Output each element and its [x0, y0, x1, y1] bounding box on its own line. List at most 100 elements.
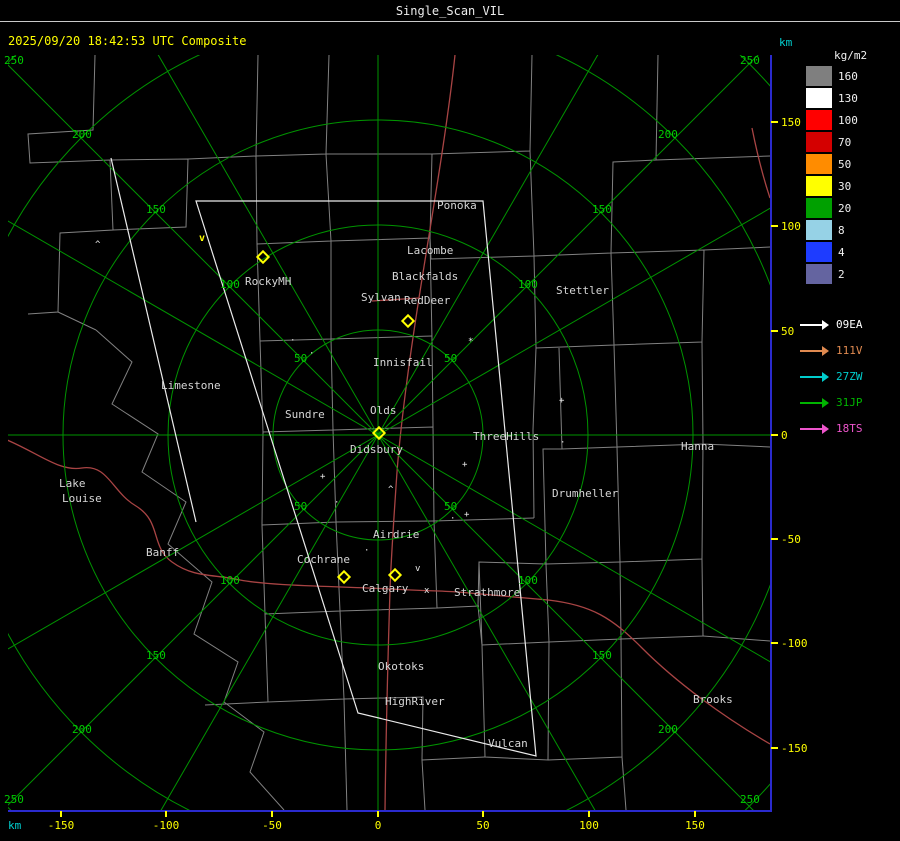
y-axis-tick: [771, 747, 778, 749]
x-axis-tick: [271, 811, 273, 817]
station-legend-row: 31JP: [800, 396, 896, 410]
station-id: 27ZW: [836, 370, 863, 383]
city-label: HighRiver: [385, 695, 445, 708]
town-marker-icon: ^: [95, 240, 101, 250]
station-id: 31JP: [836, 396, 863, 409]
x-axis-tick-label: 50: [476, 819, 490, 832]
station-legend-row: 111V: [800, 344, 896, 358]
x-axis-tick: [588, 811, 590, 817]
y-axis-tick: [771, 121, 778, 123]
town-marker-icon: ^: [388, 485, 394, 495]
city-label: ThreeHills: [473, 430, 540, 443]
town-marker-icon: v: [415, 564, 421, 574]
x-axis-tick-label: 100: [579, 819, 599, 832]
y-axis-tick: [771, 330, 778, 332]
station-arrow-icon: [800, 350, 822, 352]
city-label: Olds: [370, 404, 397, 417]
range-ring-label: 50: [294, 352, 308, 365]
city-label: Strathmore: [454, 586, 521, 599]
station-arrowhead-icon: [822, 346, 829, 356]
city-label: Vulcan: [488, 737, 528, 750]
city-label: Innisfail: [373, 356, 433, 369]
range-ring-label: 100: [220, 278, 240, 291]
y-axis-tick-label: 150: [781, 116, 801, 129]
vil-scale-swatch: [806, 220, 832, 240]
city-label: Sylvan: [361, 291, 401, 304]
station-id: 09EA: [836, 318, 863, 331]
city-label: Didsbury: [350, 443, 403, 456]
station-legend-row: 27ZW: [800, 370, 896, 384]
y-axis-tick-label: -150: [781, 742, 808, 755]
y-axis-tick: [771, 434, 778, 436]
range-ring-label: 150: [592, 649, 612, 662]
town-marker-icon: ·: [450, 514, 456, 524]
range-ring-label: 50: [294, 500, 308, 513]
city-label: Drumheller: [552, 487, 619, 500]
vil-scale-swatch: [806, 198, 832, 218]
range-ring-label: 200: [658, 723, 678, 736]
town-marker-icon: ·: [334, 498, 340, 508]
x-axis-tick-label: -50: [262, 819, 282, 832]
title-separator-line: [0, 21, 900, 22]
city-label: Lacombe: [407, 244, 454, 257]
city-label: Sundre: [285, 408, 325, 421]
station-arrowhead-icon: [822, 320, 829, 330]
town-marker-icon: +: [464, 510, 470, 520]
bottom-axis-unit-label: km: [8, 819, 22, 832]
vil-scale-value: 20: [838, 202, 852, 215]
range-ring-label: 50: [444, 352, 458, 365]
legend-unit-label: kg/m2: [834, 49, 868, 62]
vil-scale-swatch: [806, 154, 832, 174]
y-axis-tick-label: -50: [781, 533, 801, 546]
city-label: Stettler: [556, 284, 609, 297]
x-axis-tick: [482, 811, 484, 817]
vil-scale-value: 4: [838, 246, 845, 259]
city-label: Blackfalds: [392, 270, 459, 283]
station-legend-row: 18TS: [800, 422, 896, 436]
x-axis-tick-label: -150: [47, 819, 75, 832]
range-ring-label: 200: [72, 723, 92, 736]
station-arrow-icon: [800, 324, 822, 326]
station-id: 18TS: [836, 422, 863, 435]
vil-scale-value: 50: [838, 158, 852, 171]
y-axis-tick: [771, 642, 778, 644]
city-label: Okotoks: [378, 660, 425, 673]
y-axis-tick-label: 0: [781, 429, 788, 442]
vil-scale-swatch: [806, 132, 832, 152]
range-ring-label: 250: [4, 54, 24, 67]
town-marker-icon: +: [320, 472, 326, 482]
vil-scale-swatch: [806, 264, 832, 284]
station-arrowhead-icon: [822, 372, 829, 382]
range-ring-label: 100: [518, 574, 538, 587]
station-legend-row: 09EA: [800, 318, 896, 332]
y-axis-tick: [771, 225, 778, 227]
range-ring-label: 250: [740, 793, 760, 806]
city-label: RedDeer: [404, 294, 451, 307]
y-axis-tick: [771, 538, 778, 540]
town-marker-icon: x: [424, 586, 430, 596]
vil-scale-swatch: [806, 176, 832, 196]
right-axis-unit-label: km: [779, 36, 793, 49]
range-ring-label: 200: [658, 128, 678, 141]
range-ring-label: 200: [72, 128, 92, 141]
range-ring-label: 250: [4, 793, 24, 806]
y-axis-tick-label: 100: [781, 220, 801, 233]
x-axis-tick-label: 150: [685, 819, 705, 832]
x-axis-tick: [377, 811, 379, 817]
station-arrowhead-icon: [822, 398, 829, 408]
x-axis-tick-label: 0: [374, 819, 382, 832]
station-arrow-icon: [800, 402, 822, 404]
city-label: Louise: [62, 492, 102, 505]
vil-scale-swatch: [806, 88, 832, 108]
vil-scale-swatch: [806, 242, 832, 262]
city-label: Brooks: [693, 693, 733, 706]
vil-scale-value: 130: [838, 92, 858, 105]
vil-scale-value: 30: [838, 180, 852, 193]
city-label: Limestone: [161, 379, 221, 392]
city-label: Ponoka: [437, 199, 477, 212]
bottom-axis-line: [8, 810, 771, 812]
city-label: Lake: [59, 477, 86, 490]
y-axis-tick-label: -100: [781, 637, 808, 650]
vil-scale-swatch: [806, 110, 832, 130]
y-axis-tick-label: 50: [781, 325, 795, 338]
